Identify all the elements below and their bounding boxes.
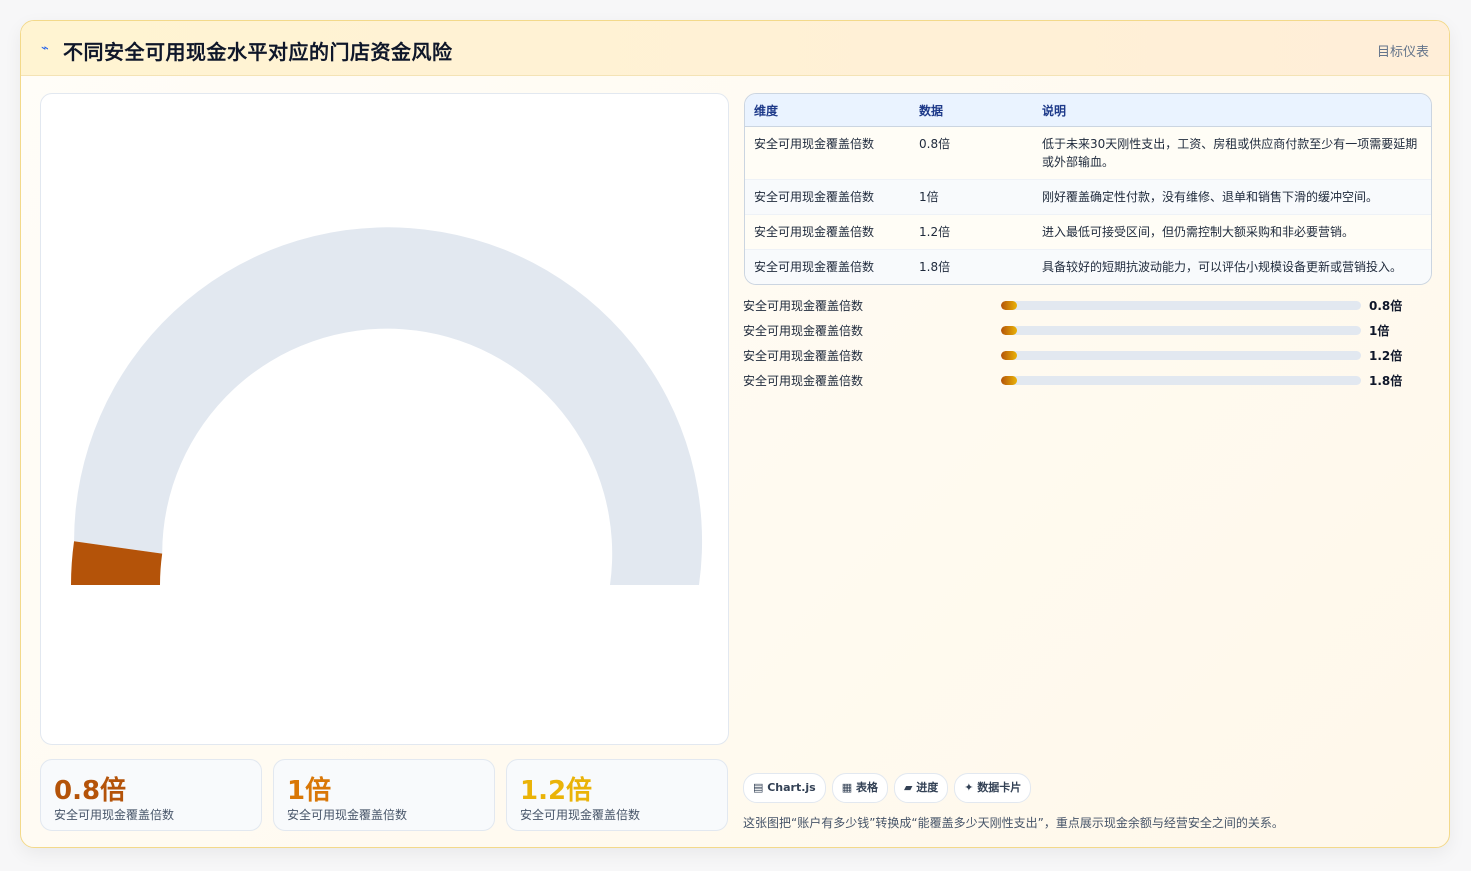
- progress-row: 安全可用现金覆盖倍数 1.8倍: [743, 370, 1431, 395]
- stat-value: 0.8倍: [54, 776, 127, 806]
- cell-description: 进入最低可接受区间，但仍需控制大额采购和非必要营销。: [1033, 214, 1431, 250]
- gauge-track: [74, 227, 703, 586]
- cell-description: 低于未来30天刚性支出，工资、房租或供应商付款至少有一项需要延期或外部输血。: [1033, 126, 1431, 180]
- table-row: 安全可用现金覆盖倍数 0.8倍 低于未来30天刚性支出，工资、房租或供应商付款至少有…: [745, 126, 1431, 180]
- progress-value: 0.8倍: [1369, 299, 1403, 313]
- gauge-chart: [71, 227, 703, 586]
- data-table: 维度 数据 说明 安全可用现金覆盖倍数 0.8倍 低于未来30天刚性支出，工资、房租…: [744, 93, 1432, 285]
- table-row: 安全可用现金覆盖倍数 1.2倍 进入最低可接受区间，但仍需控制大额采购和非必要营销。: [745, 214, 1431, 250]
- table-header-row: 维度 数据 说明: [745, 94, 1431, 127]
- progress-label: 安全可用现金覆盖倍数: [743, 374, 864, 388]
- cell-description: 具备较好的短期抗波动能力，可以评估小规模设备更新或营销投入。: [1033, 249, 1431, 284]
- progress-row: 安全可用现金覆盖倍数 1倍: [743, 320, 1431, 345]
- progress-value: 1倍: [1369, 324, 1390, 338]
- stat-card: 1.2倍安全可用现金覆盖倍数: [506, 759, 728, 831]
- cell-dimension: 安全可用现金覆盖倍数: [745, 214, 910, 250]
- chip[interactable]: ✦ 数据卡片: [954, 773, 1032, 803]
- progress-value: 1.2倍: [1369, 349, 1403, 363]
- cell-description: 刚好覆盖确定性付款，没有维修、退单和销售下滑的缓冲空间。: [1033, 179, 1431, 215]
- cell-value: 1.8倍: [910, 249, 1033, 284]
- chip[interactable]: ▰ 进度: [893, 773, 949, 803]
- progress-track: [1001, 301, 1361, 310]
- progress-label: 安全可用现金覆盖倍数: [743, 324, 864, 338]
- chip[interactable]: ▦ 表格: [831, 773, 888, 803]
- gauge-chart-panel: [40, 93, 729, 745]
- cell-value: 1倍: [910, 179, 1033, 215]
- progress-track: [1001, 376, 1361, 385]
- progress-fill: [1001, 351, 1018, 360]
- dashboard-card: ⌁ 不同安全可用现金水平对应的门店资金风险 目标仪表 0.8倍 安全可用现金覆盖倍…: [20, 20, 1450, 848]
- stat-card: 1倍安全可用现金覆盖倍数: [273, 759, 495, 831]
- cell-dimension: 安全可用现金覆盖倍数: [745, 126, 910, 180]
- progress-track: [1001, 351, 1361, 360]
- stat-value: 1倍: [287, 776, 332, 806]
- progress-list: 安全可用现金覆盖倍数 0.8倍 安全可用现金覆盖倍数 1倍 安全可用现金覆盖倍数 1.2倍…: [743, 295, 1431, 395]
- cell-value: 0.8倍: [910, 126, 1033, 180]
- cell-dimension: 安全可用现金覆盖倍数: [745, 249, 910, 284]
- feature-chips: ▤ Chart.js ▦ 表格 ▰ 进度 ✦ 数据卡片: [743, 773, 1037, 803]
- col-header-description: 说明: [1033, 94, 1431, 127]
- progress-value: 1.8倍: [1369, 374, 1403, 388]
- progress-label: 安全可用现金覆盖倍数: [743, 349, 864, 363]
- progress-track: [1001, 326, 1361, 335]
- page-title: 不同安全可用现金水平对应的门店资金风险: [63, 40, 453, 64]
- trend-icon: ⌁: [41, 41, 49, 56]
- col-header-value: 数据: [910, 94, 1033, 127]
- footer-note: 这张图把“账户有多少钱”转换成“能覆盖多少天刚性支出”，重点展示现金余额与经营安…: [743, 816, 1284, 830]
- col-header-dimension: 维度: [745, 94, 910, 127]
- stat-label: 安全可用现金覆盖倍数: [520, 808, 641, 822]
- chip[interactable]: ▤ Chart.js: [743, 773, 826, 803]
- chart-type-tag: 目标仪表: [1376, 45, 1429, 60]
- table-row: 安全可用现金覆盖倍数 1.8倍 具备较好的短期抗波动能力，可以评估小规模设备更新或营…: [745, 249, 1431, 284]
- table-row: 安全可用现金覆盖倍数 1倍 刚好覆盖确定性付款，没有维修、退单和销售下滑的缓冲空间。: [745, 179, 1431, 215]
- cell-dimension: 安全可用现金覆盖倍数: [745, 179, 910, 215]
- stat-value: 1.2倍: [520, 776, 593, 806]
- progress-fill: [1001, 326, 1018, 335]
- progress-label: 安全可用现金覆盖倍数: [743, 299, 864, 313]
- progress-fill: [1001, 301, 1018, 310]
- cell-value: 1.2倍: [910, 214, 1033, 250]
- card-header: ⌁ 不同安全可用现金水平对应的门店资金风险 目标仪表: [21, 21, 1449, 76]
- stat-card: 0.8倍安全可用现金覆盖倍数: [40, 759, 262, 831]
- stat-label: 安全可用现金覆盖倍数: [287, 808, 408, 822]
- progress-row: 安全可用现金覆盖倍数 1.2倍: [743, 345, 1431, 370]
- progress-row: 安全可用现金覆盖倍数 0.8倍: [743, 295, 1431, 320]
- stat-label: 安全可用现金覆盖倍数: [54, 808, 175, 822]
- progress-fill: [1001, 376, 1018, 385]
